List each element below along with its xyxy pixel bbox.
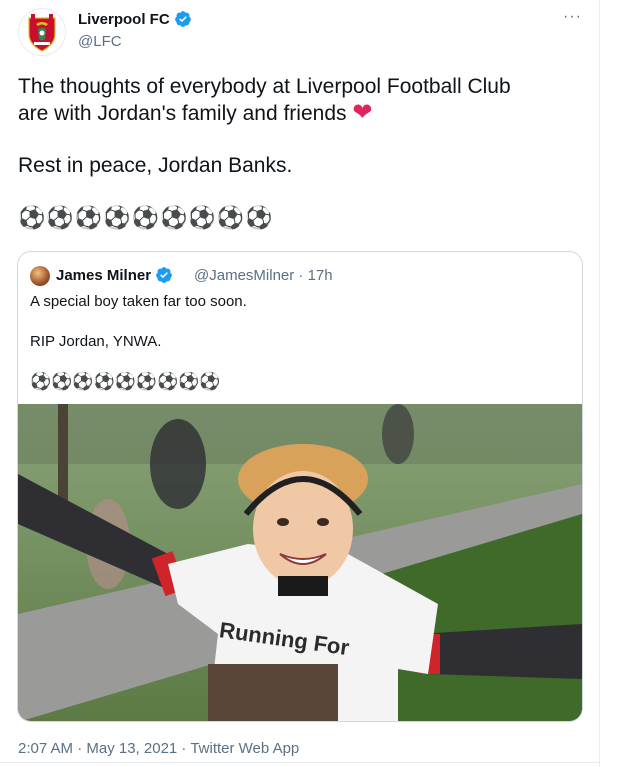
quoted-author-handle: @JamesMilner: [194, 267, 295, 284]
more-icon[interactable]: ···: [563, 8, 582, 26]
column-divider: [599, 0, 600, 767]
football-emojis: ⚽⚽⚽⚽⚽⚽⚽⚽⚽: [18, 205, 274, 230]
timestamp-text[interactable]: 2:07 AM · May 13, 2021 · Twitter Web App: [18, 740, 299, 757]
heart-icon: ❤: [352, 99, 373, 126]
tweet-line-2-text: are with Jordan's family and friends: [18, 102, 347, 125]
author-name[interactable]: Liverpool FC: [78, 10, 192, 28]
tweet-line-2: are with Jordan's family and friends ❤: [18, 100, 588, 127]
quoted-tweet-photo[interactable]: Running For: [18, 404, 582, 721]
verified-icon: [156, 267, 172, 283]
quoted-line-1: A special boy taken far too soon.: [30, 293, 247, 310]
author-handle[interactable]: @LFC: [78, 33, 122, 50]
author-name-text: Liverpool FC: [78, 10, 170, 28]
quoted-author-name-text: James Milner: [56, 266, 152, 284]
quoted-author-avatar: [30, 266, 50, 286]
quoted-line-2: RIP Jordan, YNWA.: [30, 333, 162, 350]
tweet-line-1: The thoughts of everybody at Liverpool F…: [18, 75, 511, 98]
tweet-text: The thoughts of everybody at Liverpool F…: [18, 74, 588, 231]
lfc-crest-icon: [28, 14, 56, 52]
quoted-tweet-age: · 17h: [298, 267, 333, 284]
quoted-football-emojis: ⚽⚽⚽⚽⚽⚽⚽⚽⚽: [30, 372, 221, 391]
tweet-timestamp[interactable]: 2:07 AM · May 13, 2021 · Twitter Web App: [18, 740, 299, 757]
tweet-line-3: Rest in peace, Jordan Banks.: [18, 154, 293, 177]
quoted-tweet[interactable]: James Milner @JamesMilner · 17h A specia…: [17, 251, 583, 722]
verified-icon: [174, 11, 191, 27]
quoted-author-name: James Milner: [56, 266, 173, 284]
author-avatar[interactable]: [18, 8, 66, 56]
quoted-tweet-text: A special boy taken far too soon. RIP Jo…: [30, 292, 570, 392]
tweet-divider: [0, 762, 599, 763]
quoted-author-meta: @JamesMilner · 17h: [194, 267, 333, 284]
